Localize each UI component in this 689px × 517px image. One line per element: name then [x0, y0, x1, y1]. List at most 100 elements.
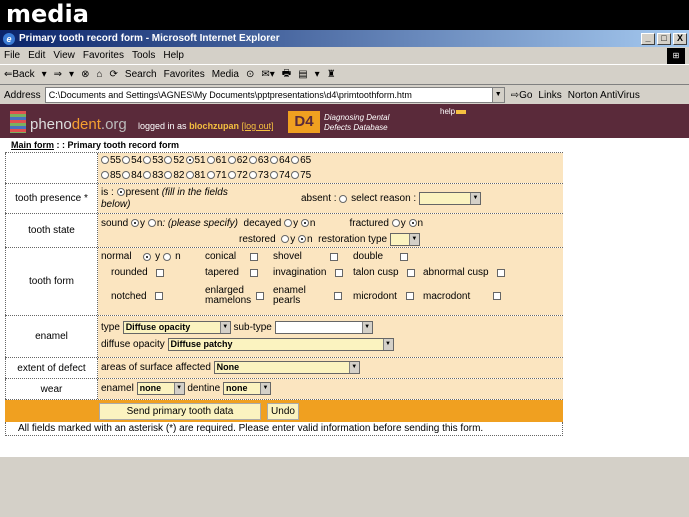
home-icon[interactable]: ⌂ — [96, 69, 102, 80]
forward-button[interactable]: ⇒ — [54, 69, 62, 80]
logout-link[interactable]: [log out] — [242, 121, 274, 131]
restoration-type-select[interactable]: ▼ — [389, 232, 420, 246]
macrodont-checkbox[interactable] — [492, 292, 501, 300]
menu-view[interactable]: View — [53, 50, 75, 61]
send-button[interactable]: Send primary tooth data — [99, 403, 261, 420]
tooth-radio[interactable]: 54 — [122, 155, 142, 166]
tooth-radio[interactable]: 75 — [291, 170, 311, 181]
enamel-pearls-checkbox[interactable] — [334, 292, 342, 300]
search-button[interactable]: Search — [125, 69, 157, 80]
tooth-radio[interactable]: 55 — [101, 155, 121, 166]
undo-button[interactable]: Undo — [267, 403, 299, 420]
absent-radio[interactable] — [339, 194, 348, 203]
discuss-icon[interactable]: ♜ — [327, 69, 336, 80]
close-button[interactable]: X — [673, 32, 687, 45]
tooth-radio[interactable]: 85 — [101, 170, 121, 181]
tooth-radio[interactable]: 53 — [143, 155, 163, 166]
tooth-radio[interactable]: 82 — [164, 170, 185, 181]
tooth-form-cell: normal y n conical shovel double rounded… — [98, 248, 563, 315]
menu-favorites[interactable]: Favorites — [83, 50, 124, 61]
sound-no-radio[interactable] — [147, 219, 156, 227]
restored-yes-radio[interactable] — [281, 235, 290, 243]
forward-dropdown-icon[interactable]: ▾ — [69, 69, 74, 80]
enamel-type-select[interactable]: Diffuse opacity ▼ — [122, 321, 231, 334]
mail-icon[interactable]: ✉▾ — [261, 69, 274, 80]
print-icon[interactable]: 🖶 — [282, 66, 291, 83]
tooth-radio[interactable]: 64 — [270, 155, 290, 166]
decayed-yes-radio[interactable] — [284, 219, 293, 227]
stop-icon[interactable]: ⊗ — [81, 69, 89, 80]
window-title: Primary tooth record form - Microsoft In… — [19, 33, 280, 44]
favorites-button[interactable]: Favorites — [164, 69, 205, 80]
diffuse-opacity-select[interactable]: Diffuse patchy ▼ — [167, 338, 394, 351]
submit-row: Send primary tooth data Undo — [5, 400, 563, 422]
tapered-label: tapered — [205, 267, 239, 278]
tooth-radio[interactable]: 83 — [143, 170, 163, 181]
edit-dropdown-icon[interactable]: ▾ — [315, 69, 320, 80]
tooth-radio[interactable]: 74 — [270, 170, 290, 181]
double-checkbox[interactable] — [400, 252, 409, 261]
back-dropdown-icon[interactable]: ▾ — [42, 69, 47, 80]
tooth-radio[interactable]: 52 — [164, 155, 185, 166]
tooth-radio-selected[interactable]: 51 — [185, 155, 206, 166]
talon-cusp-checkbox[interactable] — [407, 268, 416, 277]
restored-no-radio[interactable] — [298, 235, 307, 243]
rounded-checkbox[interactable] — [156, 268, 165, 277]
tapered-checkbox[interactable] — [250, 268, 259, 277]
normal-yes-radio[interactable] — [143, 252, 152, 261]
tooth-radio[interactable]: 61 — [206, 155, 227, 166]
history-icon[interactable]: ⊙ — [246, 69, 254, 80]
tooth-radio[interactable]: 71 — [206, 170, 227, 181]
minimize-button[interactable]: _ — [641, 32, 655, 45]
address-input[interactable]: C:\Documents and Settings\AGNES\My Docum… — [44, 87, 505, 103]
absent-label: absent : — [301, 193, 337, 204]
back-button[interactable]: ⇐Back — [4, 69, 35, 80]
menu-edit[interactable]: Edit — [28, 50, 45, 61]
reason-select[interactable]: ▼ — [418, 192, 481, 205]
tooth-radio[interactable]: 62 — [227, 155, 248, 166]
address-dropdown-icon[interactable]: ▼ — [491, 88, 504, 102]
go-button[interactable]: ⇨Go — [511, 90, 533, 101]
fractured-no-radio[interactable] — [408, 219, 417, 227]
normal-no-radio[interactable] — [163, 252, 172, 261]
maximize-button[interactable]: □ — [657, 32, 671, 45]
present-radio[interactable] — [116, 188, 125, 196]
tooth-form-label: tooth form — [5, 248, 98, 315]
conical-checkbox[interactable] — [250, 252, 259, 261]
breadcrumb-current: : : Primary tooth record form — [54, 140, 180, 150]
areas-select[interactable]: None ▼ — [213, 361, 360, 374]
tapered-group: tapered — [205, 267, 273, 278]
sound-yes-radio[interactable] — [131, 219, 140, 227]
invagination-checkbox[interactable] — [335, 268, 344, 277]
norton-antivirus-button[interactable]: Norton AntiVirus — [568, 90, 640, 101]
tooth-radio[interactable]: 84 — [122, 170, 142, 181]
refresh-icon[interactable]: ⟳ — [110, 69, 118, 80]
menu-file[interactable]: File — [4, 50, 20, 61]
microdont-checkbox[interactable] — [405, 292, 414, 300]
help-link[interactable]: help — [440, 107, 455, 116]
notched-checkbox[interactable] — [155, 292, 164, 300]
enlarged-mamelons-checkbox[interactable] — [256, 292, 264, 300]
abnormal-cusp-checkbox[interactable] — [497, 268, 506, 277]
decayed-no-radio[interactable] — [300, 219, 309, 227]
menu-help[interactable]: Help — [163, 50, 184, 61]
menu-tools[interactable]: Tools — [132, 50, 155, 61]
wear-enamel-label: enamel — [101, 383, 134, 394]
edit-icon[interactable]: ▤ — [298, 69, 307, 80]
abnormal-cusp-label: abnormal cusp — [423, 267, 489, 278]
wear-enamel-select[interactable]: none ▼ — [136, 382, 185, 395]
enamel-subtype-select[interactable]: ▼ — [274, 321, 373, 334]
breadcrumb-main-link[interactable]: Main form — [11, 140, 54, 150]
shovel-checkbox[interactable] — [330, 252, 339, 261]
tooth-radio[interactable]: 63 — [248, 155, 269, 166]
tooth-radio[interactable]: 73 — [248, 170, 269, 181]
enamel-pearls-group: enamel pearls — [273, 286, 353, 306]
fractured-yes-radio[interactable] — [391, 219, 400, 227]
media-button[interactable]: Media — [212, 69, 239, 80]
tooth-radio[interactable]: 72 — [227, 170, 248, 181]
toolbar: ⇐Back ▾ ⇒ ▾ ⊗ ⌂ ⟳ Search Favorites Media… — [0, 65, 689, 85]
links-button[interactable]: Links — [538, 90, 561, 101]
tooth-radio[interactable]: 65 — [291, 155, 311, 166]
wear-dentine-select[interactable]: none ▼ — [222, 382, 271, 395]
tooth-radio[interactable]: 81 — [185, 170, 206, 181]
